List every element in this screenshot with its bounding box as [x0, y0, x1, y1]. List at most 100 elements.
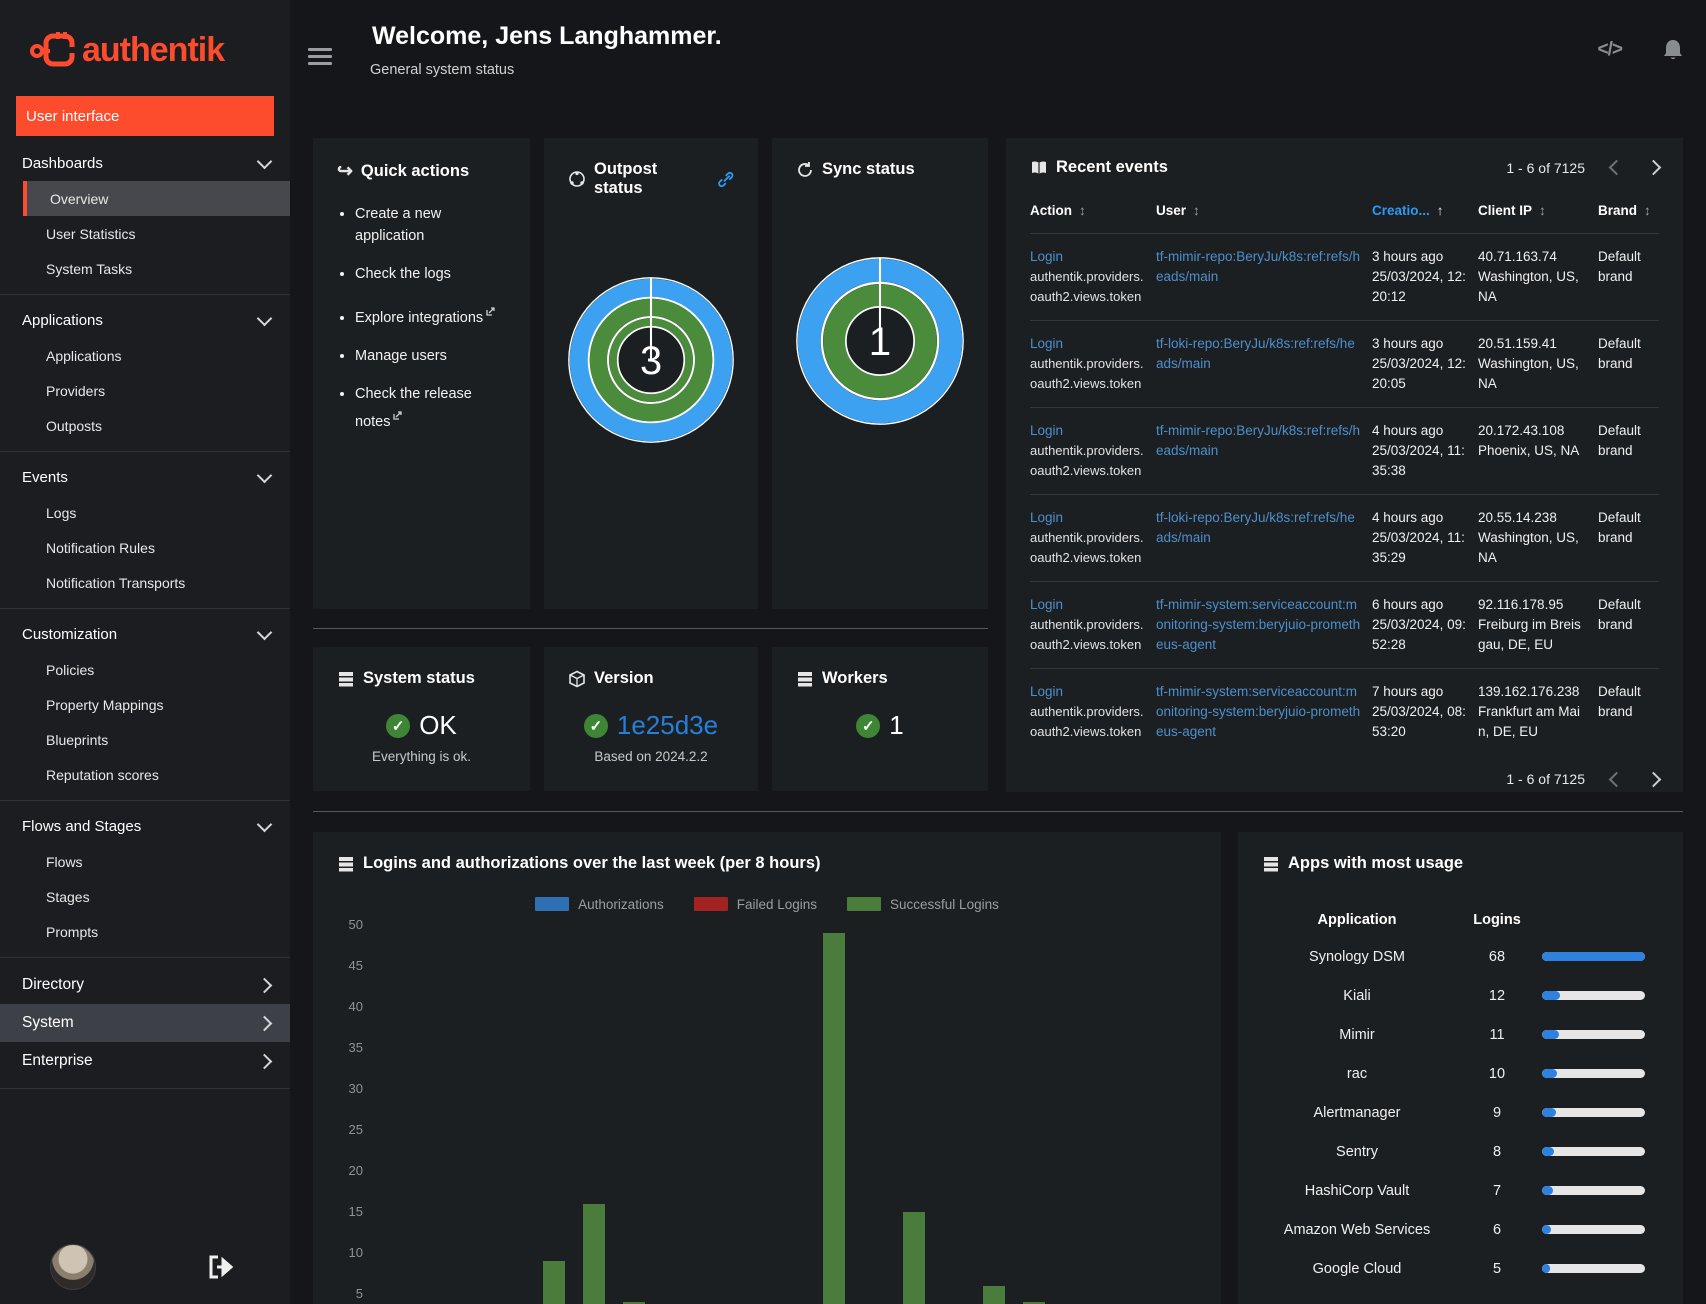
sidebar-item-outposts[interactable]: Outposts: [0, 408, 290, 443]
sidebar-item-system-tasks[interactable]: System Tasks: [0, 251, 290, 286]
event-user-link[interactable]: tf-loki-repo:BeryJu/k8s:ref:refs/heads/m…: [1156, 508, 1362, 548]
code-icon[interactable]: </>: [1598, 39, 1624, 61]
system-status-detail: Everything is ok.: [371, 749, 472, 764]
sidebar-item-notification-transports[interactable]: Notification Transports: [0, 565, 290, 600]
divider: [313, 811, 1683, 812]
pagination-prev-icon[interactable]: [1608, 159, 1625, 176]
sidebar-item-notification-rules[interactable]: Notification Rules: [0, 530, 290, 565]
sidebar-section-system[interactable]: System: [0, 1004, 290, 1042]
sort-icon[interactable]: ↕: [1539, 203, 1546, 218]
event-date: 25/03/2024, 09:52:28: [1372, 617, 1466, 652]
apps-usage-card: Apps with most usage Application Logins Sy…: [1238, 832, 1683, 1304]
pagination-prev-icon[interactable]: [1608, 771, 1625, 787]
app-name: Sentry: [1336, 1143, 1378, 1160]
section-label: Dashboards: [22, 155, 103, 172]
quick-action-item[interactable]: Manage users: [355, 345, 506, 367]
system-status-title: System status: [363, 669, 475, 687]
event-action-link[interactable]: Login: [1030, 421, 1146, 441]
sort-icon[interactable]: ↑: [1437, 203, 1444, 218]
sidebar-item-property-mappings[interactable]: Property Mappings: [0, 687, 290, 722]
column-header-clientip[interactable]: Client IP ↕: [1478, 201, 1596, 221]
app-usage-bar-fill: [1542, 1030, 1559, 1039]
sidebar-section-flows-and-stages[interactable]: Flows and Stages: [0, 809, 290, 844]
outpost-status-title: Outpost status: [594, 160, 658, 197]
column-header-user[interactable]: User ↕: [1156, 201, 1370, 221]
event-user-link[interactable]: tf-mimir-repo:BeryJu/k8s:ref:refs/heads/…: [1156, 247, 1362, 287]
column-header-application: Application: [1317, 912, 1397, 928]
sidebar-item-reputation-scores[interactable]: Reputation scores: [0, 757, 290, 792]
pagination-next-icon[interactable]: [1645, 159, 1662, 176]
outpost-donut-chart: 3: [568, 264, 734, 456]
legend-swatch: [535, 897, 570, 911]
event-user-link[interactable]: tf-mimir-repo:BeryJu/k8s:ref:refs/heads/…: [1156, 421, 1362, 461]
sidebar-item-flows[interactable]: Flows: [0, 844, 290, 879]
column-header-action[interactable]: Action ↕: [1030, 201, 1154, 221]
sidebar-section-dashboards[interactable]: Dashboards: [0, 146, 290, 181]
event-action-link[interactable]: Login: [1030, 334, 1146, 354]
apps-usage-title: Apps with most usage: [1288, 854, 1464, 872]
column-header-creatio[interactable]: Creatio... ↑: [1372, 201, 1476, 221]
quick-action-item[interactable]: Check the release notes: [355, 383, 506, 433]
event-action-link[interactable]: Login: [1030, 247, 1146, 267]
app-usage-bar-fill: [1542, 1264, 1550, 1273]
event-brand-cell: Default brand: [1598, 510, 1641, 545]
event-context: authentik.providers.oauth2.views.token: [1030, 443, 1144, 478]
event-ip: 20.172.43.108: [1478, 423, 1565, 438]
event-action-link[interactable]: Login: [1030, 508, 1146, 528]
sync-status-value: 1: [869, 319, 891, 364]
sidebar-item-logs[interactable]: Logs: [0, 495, 290, 530]
sync-status-card: Sync status 1: [772, 138, 988, 609]
sidebar-section-customization[interactable]: Customization: [0, 617, 290, 652]
chart-bars: [374, 925, 1214, 1304]
app-name: Mimir: [1339, 1026, 1375, 1043]
sidebar-section-enterprise[interactable]: Enterprise: [0, 1042, 290, 1080]
column-header-brand[interactable]: Brand ↕: [1598, 201, 1659, 221]
sort-icon[interactable]: ↕: [1079, 203, 1086, 218]
logins-chart-title: Logins and authorizations over the last …: [363, 854, 821, 872]
sidebar-section-events[interactable]: Events: [0, 460, 290, 495]
sidebar-item-stages[interactable]: Stages: [0, 879, 290, 914]
book-icon: [1032, 160, 1046, 174]
sidebar-item-applications[interactable]: Applications: [0, 338, 290, 373]
sort-icon[interactable]: ↕: [1193, 203, 1200, 218]
event-user-link[interactable]: tf-loki-repo:BeryJu/k8s:ref:refs/heads/m…: [1156, 334, 1362, 374]
sidebar-item-policies[interactable]: Policies: [0, 652, 290, 687]
package-icon: [569, 670, 585, 687]
sidebar-item-user-statistics[interactable]: User Statistics: [0, 216, 290, 251]
sidebar-item-blueprints[interactable]: Blueprints: [0, 722, 290, 757]
quick-action-item[interactable]: Explore integrations: [355, 301, 506, 329]
sidebar-item-providers[interactable]: Providers: [0, 373, 290, 408]
event-user-link[interactable]: tf-mimir-system:serviceaccount:monitorin…: [1156, 595, 1362, 655]
event-context: authentik.providers.oauth2.views.token: [1030, 269, 1144, 304]
event-ip: 20.51.159.41: [1478, 336, 1557, 351]
sidebar-section-applications[interactable]: Applications: [0, 303, 290, 338]
outpost-status-value: 3: [640, 339, 662, 383]
event-action-link[interactable]: Login: [1030, 682, 1146, 702]
sort-icon[interactable]: ↕: [1644, 203, 1651, 218]
sidebar-item-prompts[interactable]: Prompts: [0, 914, 290, 949]
pagination-next-icon[interactable]: [1645, 771, 1662, 787]
event-user-link[interactable]: tf-mimir-system:serviceaccount:monitorin…: [1156, 682, 1362, 742]
event-clientip-cell: 139.162.176.238 Frankfurt am Main, DE, EU: [1478, 682, 1596, 742]
quick-action-item[interactable]: Create a new application: [355, 203, 506, 247]
event-action-link[interactable]: Login: [1030, 595, 1146, 615]
event-relative-time: 4 hours ago: [1372, 423, 1444, 438]
logout-icon[interactable]: [208, 1255, 234, 1279]
user-interface-button[interactable]: User interface: [16, 96, 274, 136]
version-card: Version ✓ 1e25d3e Based on 2024.2.2: [544, 647, 758, 791]
sidebar-item-overview[interactable]: Overview: [23, 181, 290, 216]
outpost-link-icon[interactable]: [718, 171, 734, 188]
legend-label: Authorizations: [578, 897, 664, 912]
y-tick-label: 15: [348, 1204, 363, 1219]
avatar[interactable]: [50, 1244, 96, 1290]
quick-action-item[interactable]: Check the logs: [355, 263, 506, 285]
sidebar-section-directory[interactable]: Directory: [0, 966, 290, 1004]
bell-icon[interactable]: [1662, 38, 1684, 62]
chevron-down-icon: [256, 153, 273, 170]
external-link-icon: [486, 301, 495, 323]
event-date: 25/03/2024, 11:35:29: [1372, 530, 1465, 565]
menu-icon[interactable]: [308, 44, 332, 69]
event-date: 25/03/2024, 12:20:12: [1372, 269, 1466, 304]
version-detail: Based on 2024.2.2: [594, 749, 708, 764]
version-value[interactable]: 1e25d3e: [617, 710, 718, 741]
